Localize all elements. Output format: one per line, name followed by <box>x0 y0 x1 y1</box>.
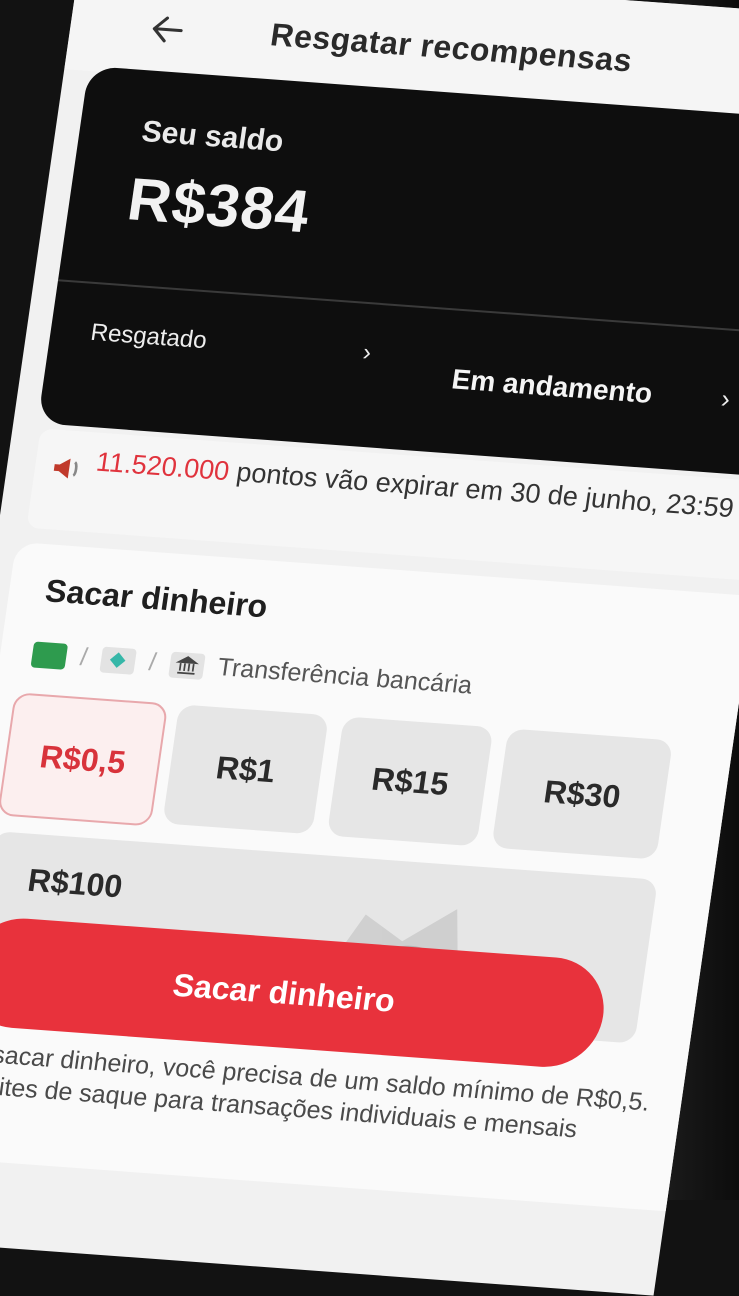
amount-option-15[interactable]: R$15 <box>326 716 494 847</box>
expiring-points: 11.520.000 <box>94 446 232 487</box>
tab-in-progress[interactable]: Em andamento <box>450 363 655 409</box>
method-separator: / <box>147 648 159 677</box>
chevron-right-icon: › <box>361 338 374 367</box>
tab-redeemed[interactable]: Resgatado <box>89 319 209 355</box>
amount-option-0-5[interactable]: R$0,5 <box>0 692 169 827</box>
balance-value: R$384 <box>123 165 315 246</box>
balance-card: Seu saldo R$384 Resgatado › Em andamento… <box>37 65 739 479</box>
amount-100-label: R$100 <box>25 861 125 905</box>
amount-option-1[interactable]: R$1 <box>162 704 329 835</box>
section-title: Sacar dinheiro <box>43 572 270 625</box>
chevron-right-icon: › <box>719 383 733 414</box>
payment-methods: / / Transferência bancária <box>30 639 474 700</box>
bank-icon <box>168 651 206 680</box>
page-title: Resgatar recompensas <box>268 16 635 79</box>
bank-transfer-label: Transferência bancária <box>215 653 474 700</box>
wallet-icon <box>99 646 137 675</box>
megaphone-icon <box>53 458 78 479</box>
amount-option-30[interactable]: R$30 <box>491 728 674 860</box>
pix-icon <box>30 640 69 670</box>
method-separator: / <box>78 643 90 672</box>
phone-screen: Resgatar recompensas Seu saldo R$384 Res… <box>0 0 739 1296</box>
back-arrow-icon[interactable] <box>142 5 194 54</box>
balance-label: Seu saldo <box>139 115 286 159</box>
